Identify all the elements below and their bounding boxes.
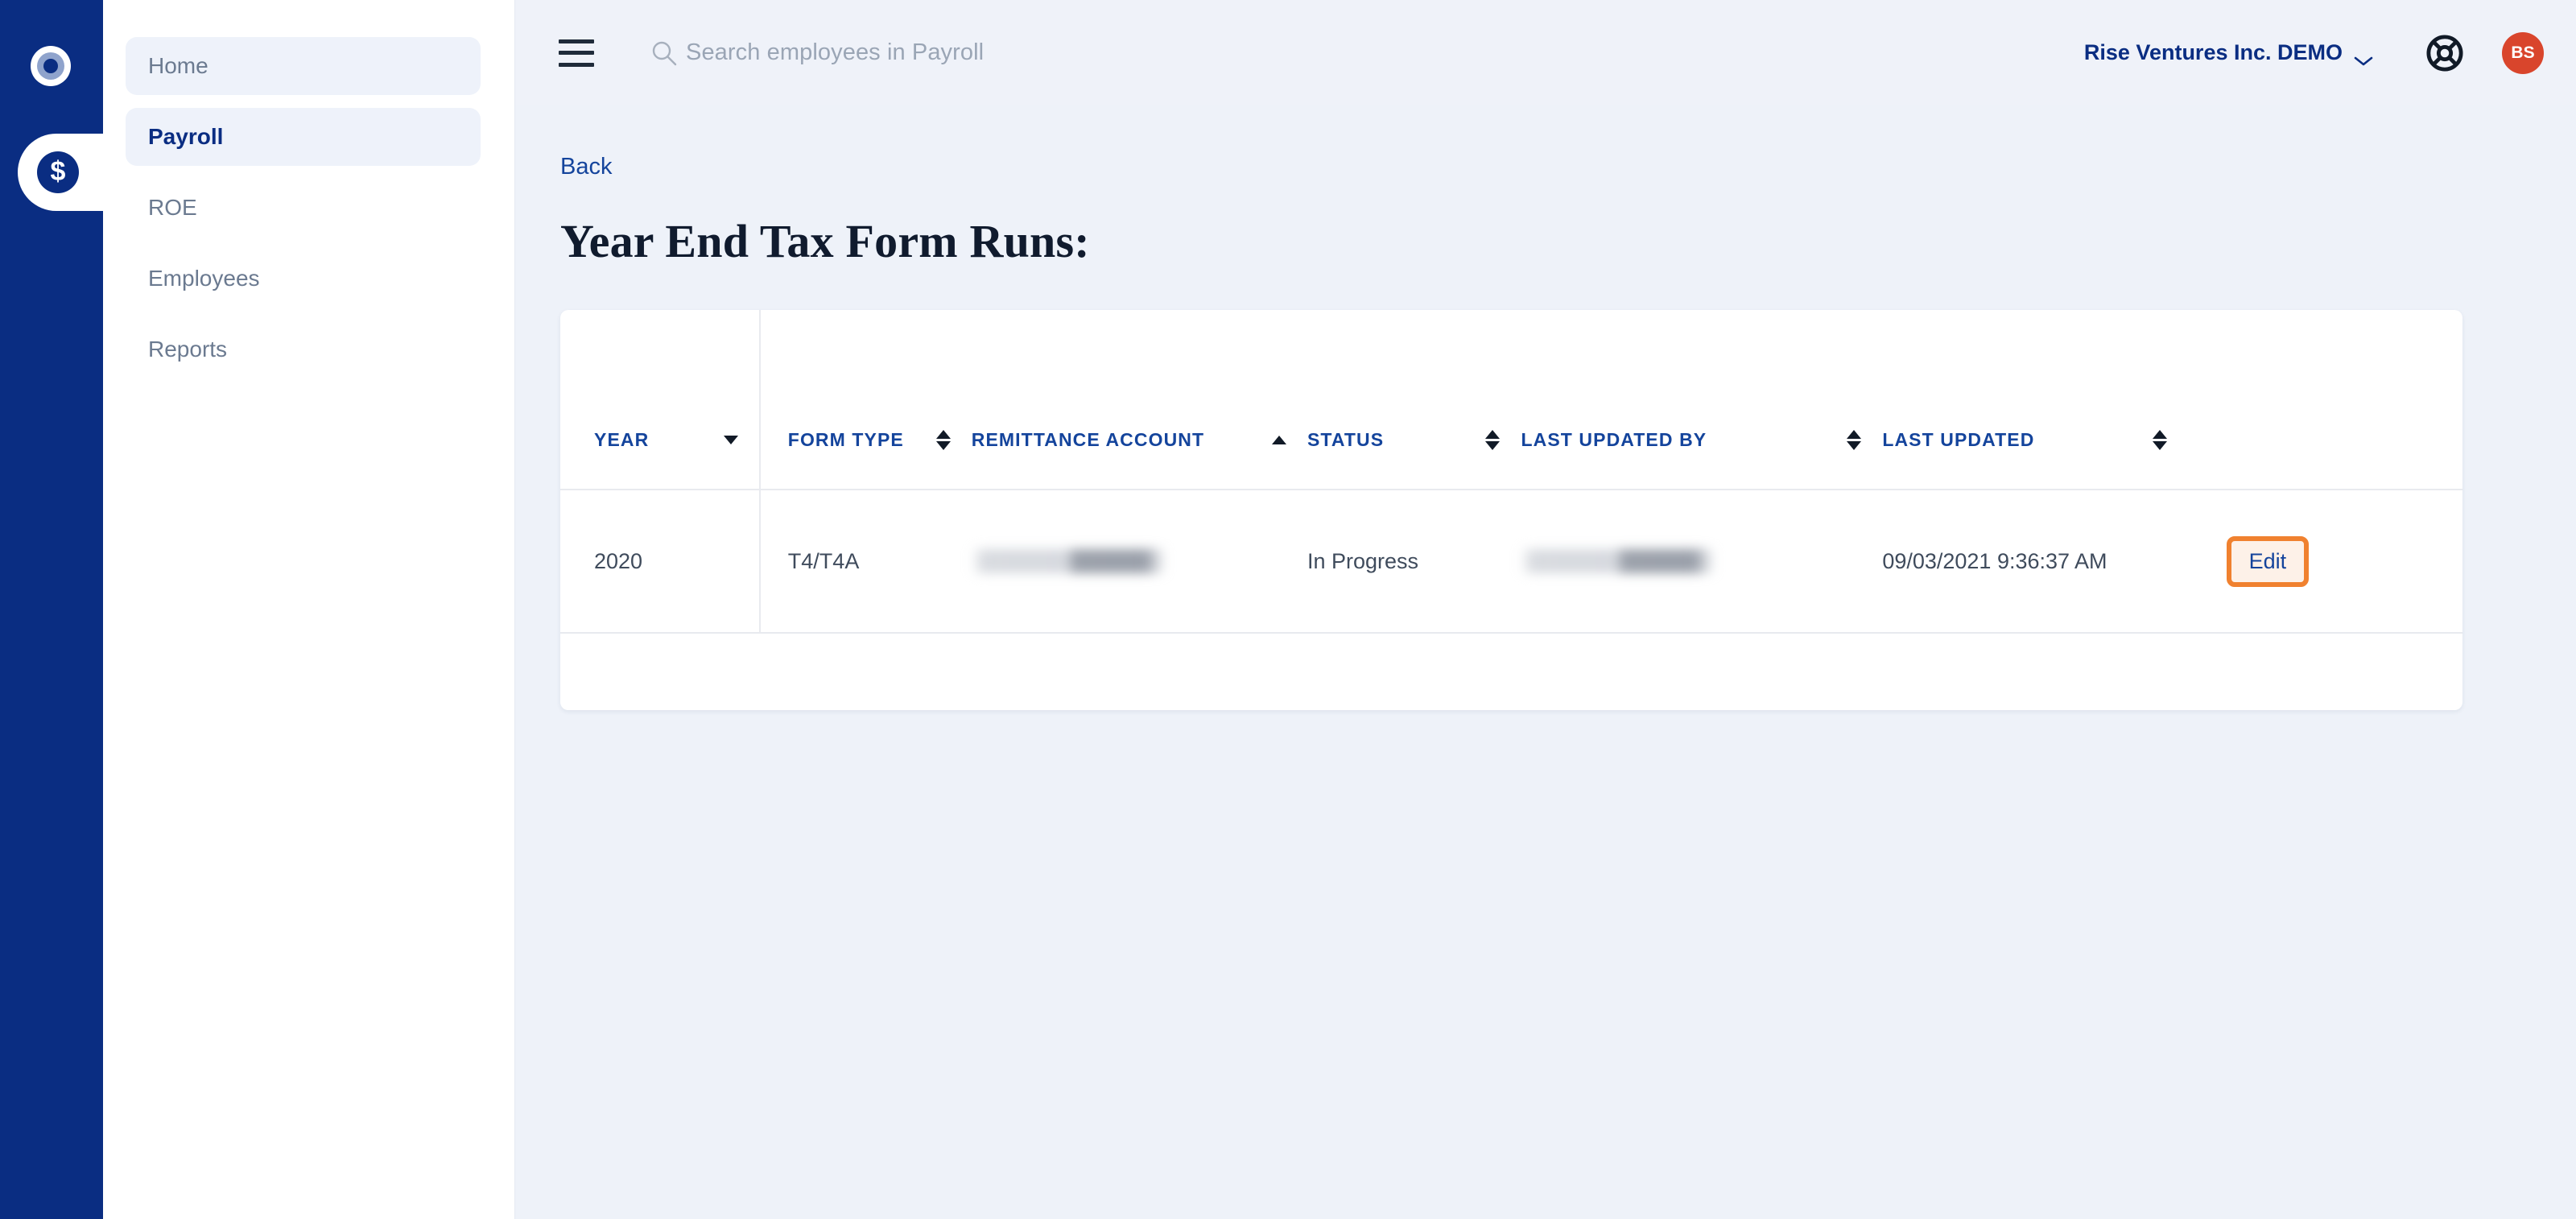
- search-input[interactable]: Search employees in Payroll: [650, 39, 2084, 67]
- back-link[interactable]: Back: [560, 154, 612, 180]
- ring-logo-core: [43, 59, 58, 73]
- sort-indicator-icon[interactable]: [1485, 429, 1521, 450]
- table-header-row: YEAR FORM TYPE REMITTANCE ACCOUNT STATUS…: [560, 310, 2462, 490]
- primary-rail: $: [0, 0, 122, 1219]
- cell-last-updated-by: [1521, 490, 1883, 634]
- sidebar-item-employees[interactable]: Employees: [126, 250, 481, 308]
- sidebar-item-reports[interactable]: Reports: [126, 320, 481, 378]
- search-placeholder: Search employees in Payroll: [686, 39, 985, 65]
- column-header-form-type[interactable]: FORM TYPE: [759, 310, 972, 490]
- column-label: LAST UPDATED BY: [1521, 428, 1707, 450]
- edit-button[interactable]: Edit: [2226, 535, 2310, 587]
- column-header-actions: [2187, 310, 2462, 490]
- sort-indicator-desc-icon[interactable]: [723, 435, 759, 444]
- tax-form-runs-table: YEAR FORM TYPE REMITTANCE ACCOUNT STATUS…: [560, 310, 2462, 710]
- column-header-remittance-account[interactable]: REMITTANCE ACCOUNT: [971, 310, 1307, 490]
- column-header-year[interactable]: YEAR: [560, 310, 761, 490]
- cell-year: 2020: [560, 490, 761, 634]
- sort-arrow-up: [1847, 429, 1862, 439]
- content-area: Back Year End Tax Form Runs: YEAR FORM T…: [515, 105, 2576, 1219]
- cell-actions: Edit: [2187, 490, 2462, 634]
- sort-arrow-down: [935, 440, 951, 450]
- sidebar-item-label: Employees: [148, 266, 260, 291]
- table-header: YEAR FORM TYPE REMITTANCE ACCOUNT STATUS…: [560, 310, 2462, 490]
- company-switcher[interactable]: Rise Ventures Inc. DEMO: [2084, 40, 2373, 65]
- sort-arrow-down: [723, 435, 738, 444]
- nav-gap: [103, 308, 514, 320]
- secondary-sidebar: Home Payroll ROE Employees Reports: [103, 0, 515, 1219]
- cell-remittance-account: [971, 490, 1307, 634]
- sort-indicator-icon[interactable]: [2152, 429, 2188, 450]
- column-header-last-updated[interactable]: LAST UPDATED: [1882, 310, 2188, 490]
- redacted-last-updated-by: [1521, 549, 1715, 573]
- cell-year-value: 2020: [594, 548, 643, 573]
- column-label: REMITTANCE ACCOUNT: [971, 428, 1205, 450]
- avatar[interactable]: BS: [2502, 31, 2544, 74]
- main-column: Search employees in Payroll Rise Venture…: [515, 0, 2576, 1219]
- table-row[interactable]: 2020 T4/T4A In Progress 09/03/2021 9:36:…: [560, 490, 2462, 634]
- cell-last-updated: 09/03/2021 9:36:37 AM: [1882, 490, 2188, 634]
- top-bar-right: Rise Ventures Inc. DEMO BS: [2084, 31, 2544, 74]
- nav-gap: [103, 166, 514, 179]
- lifebuoy-help-icon[interactable]: [2426, 34, 2463, 72]
- sidebar-item-payroll[interactable]: Payroll: [126, 108, 481, 166]
- sort-indicator-icon[interactable]: [935, 429, 972, 450]
- hamburger-bar: [559, 62, 594, 67]
- table-footer-row: [560, 633, 2462, 710]
- cell-form-type-value: T4/T4A: [787, 548, 860, 573]
- top-bar: Search employees in Payroll Rise Venture…: [515, 0, 2576, 105]
- cell-status: In Progress: [1307, 490, 1521, 634]
- hamburger-bar: [559, 51, 594, 55]
- column-label: LAST UPDATED: [1882, 428, 2035, 450]
- table-body: 2020 T4/T4A In Progress 09/03/2021 9:36:…: [560, 490, 2462, 710]
- sidebar-item-label: Reports: [148, 337, 228, 362]
- tax-form-runs-card: YEAR FORM TYPE REMITTANCE ACCOUNT STATUS…: [560, 310, 2462, 710]
- column-header-last-updated-by[interactable]: LAST UPDATED BY: [1521, 310, 1883, 490]
- dollar-icon[interactable]: $: [37, 151, 79, 193]
- sidebar-item-roe[interactable]: ROE: [126, 179, 481, 237]
- page-title: Year End Tax Form Runs:: [560, 215, 1090, 267]
- sort-indicator-asc-icon[interactable]: [1271, 435, 1307, 444]
- sort-arrow-down: [1485, 440, 1501, 450]
- redacted-remittance-account: [971, 549, 1165, 573]
- app-root: $ Home Payroll ROE Employees Reports Sea…: [0, 0, 2576, 1219]
- column-label: FORM TYPE: [787, 428, 904, 450]
- ring-logo-inner: [37, 52, 64, 80]
- chevron-down-icon: [2354, 48, 2373, 65]
- hamburger-menu-icon[interactable]: [559, 39, 594, 67]
- column-header-status[interactable]: STATUS: [1307, 310, 1521, 490]
- avatar-initials: BS: [2511, 43, 2535, 62]
- company-name: Rise Ventures Inc. DEMO: [2083, 40, 2343, 64]
- ring-logo-icon[interactable]: [31, 46, 71, 86]
- nav-gap: [103, 95, 514, 108]
- sort-arrow-up: [935, 429, 951, 439]
- status-badge: In Progress: [1307, 548, 1419, 573]
- column-label: YEAR: [594, 428, 650, 450]
- sidebar-item-home[interactable]: Home: [126, 37, 481, 95]
- cell-form-type: T4/T4A: [759, 490, 972, 634]
- sidebar-item-label: Home: [148, 53, 208, 78]
- sort-arrow-down: [2152, 440, 2167, 450]
- search-icon: [650, 39, 678, 67]
- sort-arrow-up: [1485, 429, 1501, 439]
- sort-arrow-down: [1847, 440, 1862, 450]
- table-footer-cell: [560, 633, 2462, 710]
- column-label: STATUS: [1307, 428, 1385, 450]
- sort-indicator-icon[interactable]: [1847, 429, 1882, 450]
- sidebar-item-label: ROE: [148, 195, 197, 220]
- sort-arrow-up: [1271, 435, 1286, 444]
- cell-last-updated-value: 09/03/2021 9:36:37 AM: [1882, 548, 2107, 573]
- nav-gap: [103, 237, 514, 250]
- sort-arrow-up: [2152, 429, 2167, 439]
- sidebar-item-label: Payroll: [148, 124, 224, 149]
- hamburger-bar: [559, 39, 594, 43]
